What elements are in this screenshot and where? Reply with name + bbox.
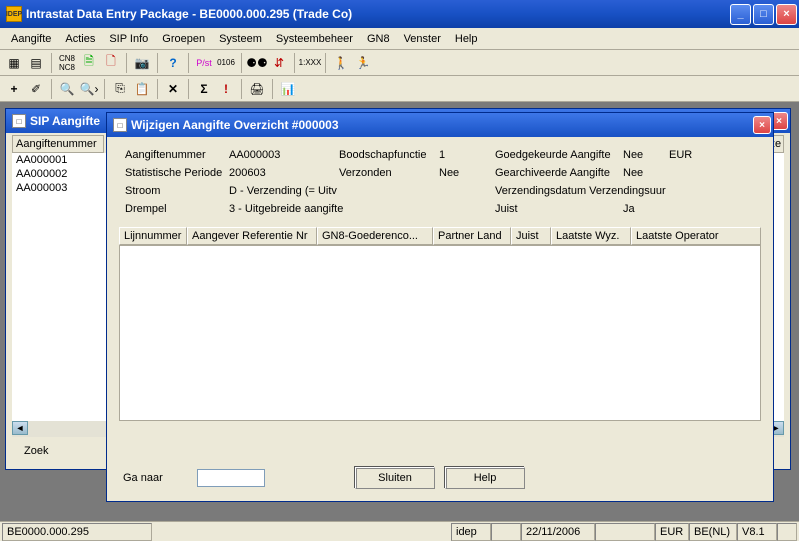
- sluiten-button[interactable]: Sluiten: [355, 467, 435, 489]
- label-juist: Juist: [495, 203, 623, 215]
- tb-plus-icon[interactable]: +: [4, 79, 24, 99]
- value-verzonden: Nee: [439, 167, 495, 179]
- ga-naar-input[interactable]: [197, 469, 265, 487]
- toolbar-1: ▦ ▤ CN8NC8 🗎 🗋 📷 ? P/st 0106 ⚈⚈ ⇵ 1:XXX …: [0, 50, 799, 76]
- col-laatste-operator[interactable]: Laatste Operator: [631, 227, 761, 245]
- tb-search-icon[interactable]: 🔍: [57, 79, 77, 99]
- label-stat-periode: Statistische Periode: [125, 167, 229, 179]
- dialog-icon: □: [113, 118, 127, 132]
- value-gearchiveerde: Nee: [623, 167, 643, 179]
- menu-systeembeheer[interactable]: Systeembeheer: [269, 31, 360, 47]
- menu-venster[interactable]: Venster: [397, 31, 448, 47]
- ga-naar-label: Ga naar: [123, 472, 163, 484]
- tb-icon-1[interactable]: ▦: [4, 53, 24, 73]
- sip-window-icon: □: [12, 114, 26, 128]
- tb-circles-icon[interactable]: ⚈⚈: [247, 53, 267, 73]
- mdi-workspace: □ SIP Aangifte × Aangiftenummer Verze AA…: [0, 102, 799, 521]
- status-version: V8.1: [737, 523, 777, 541]
- tb-scale-icon[interactable]: 1:XXX: [300, 53, 320, 73]
- dialog-titlebar[interactable]: □ Wijzigen Aangifte Overzicht #000003 ×: [107, 113, 773, 137]
- label-verzonden: Verzonden: [339, 167, 439, 179]
- menu-groepen[interactable]: Groepen: [155, 31, 212, 47]
- menu-help[interactable]: Help: [448, 31, 485, 47]
- list-header-aangiftenummer[interactable]: Aangiftenummer: [12, 135, 104, 153]
- value-drempel: 3 - Uitgebreide aangifte: [229, 203, 495, 215]
- label-verzendingsdatum: Verzendingsdatum Verzendingsuur: [495, 185, 666, 197]
- app-icon: IDEP: [6, 6, 22, 22]
- label-gearchiveerde: Gearchiveerde Aangifte: [495, 167, 623, 179]
- tb-icon-5[interactable]: 🗋: [101, 53, 121, 73]
- table-header-row: Lijnnummer Aangever Referentie Nr GN8-Go…: [119, 227, 761, 245]
- label-drempel: Drempel: [125, 203, 229, 215]
- app-titlebar: IDEP Intrastat Data Entry Package - BE00…: [0, 0, 799, 28]
- value-stat-periode: 200603: [229, 167, 339, 179]
- col-gn8[interactable]: GN8-Goederenco...: [317, 227, 433, 245]
- label-boodschap: Boodschapfunctie: [339, 149, 439, 161]
- dialog-title: Wijzigen Aangifte Overzicht #000003: [131, 118, 753, 132]
- tb-pst-icon[interactable]: P/st: [194, 53, 214, 73]
- tb-person2-icon[interactable]: 🏃: [353, 53, 373, 73]
- app-title: Intrastat Data Entry Package - BE0000.00…: [26, 7, 730, 21]
- tb-delete-icon[interactable]: ✕: [163, 79, 183, 99]
- tb-0106-icon[interactable]: 0106: [216, 53, 236, 73]
- status-date: 22/11/2006: [521, 523, 595, 541]
- status-locale: BE(NL): [689, 523, 737, 541]
- tb-updown-icon[interactable]: ⇵: [269, 53, 289, 73]
- tb-camera-icon[interactable]: 📷: [132, 53, 152, 73]
- label-aangiftenummer: Aangiftenummer: [125, 149, 229, 161]
- statusbar: BE0000.000.295 idep 22/11/2006 EUR BE(NL…: [0, 521, 799, 541]
- tb-sigma-icon[interactable]: Σ: [194, 79, 214, 99]
- scroll-left-button[interactable]: ◄: [12, 421, 28, 435]
- col-juist[interactable]: Juist: [511, 227, 551, 245]
- col-lijnnummer[interactable]: Lijnnummer: [119, 227, 187, 245]
- tb-icon-3[interactable]: CN8NC8: [57, 53, 77, 73]
- tb-error-icon[interactable]: !: [216, 79, 236, 99]
- tb-chart-icon[interactable]: 📊: [278, 79, 298, 99]
- tb-print-icon[interactable]: 🖨: [247, 79, 267, 99]
- status-code: BE0000.000.295: [2, 523, 152, 541]
- col-partner-land[interactable]: Partner Land: [433, 227, 511, 245]
- maximize-button[interactable]: □: [753, 4, 774, 25]
- value-goedgekeurde: Nee: [623, 149, 669, 161]
- zoek-label: Zoek: [24, 445, 48, 457]
- value-aangiftenummer: AA000003: [229, 149, 339, 161]
- col-laatste-wyz[interactable]: Laatste Wyz.: [551, 227, 631, 245]
- tb-paste-icon[interactable]: 📋: [132, 79, 152, 99]
- status-currency: EUR: [655, 523, 689, 541]
- tb-icon-4[interactable]: 🗎: [79, 53, 99, 73]
- close-button[interactable]: ×: [776, 4, 797, 25]
- status-app: idep: [451, 523, 491, 541]
- menubar: Aangifte Acties SIP Info Groepen Systeem…: [0, 28, 799, 50]
- tb-person1-icon[interactable]: 🚶: [331, 53, 351, 73]
- menu-sip-info[interactable]: SIP Info: [102, 31, 155, 47]
- menu-systeem[interactable]: Systeem: [212, 31, 269, 47]
- dialog-bottom-bar: Ga naar Sluiten Help: [107, 463, 773, 493]
- tb-edit-icon[interactable]: ✐: [26, 79, 46, 99]
- dialog-close-button[interactable]: ×: [753, 116, 771, 134]
- value-boodschap: 1: [439, 149, 495, 161]
- minimize-button[interactable]: _: [730, 4, 751, 25]
- col-aangever-ref[interactable]: Aangever Referentie Nr: [187, 227, 317, 245]
- table-data-area[interactable]: [119, 245, 761, 421]
- value-stroom: D - Verzending (= Uitv: [229, 185, 495, 197]
- tb-search-next-icon[interactable]: 🔍›: [79, 79, 99, 99]
- value-currency: EUR: [669, 149, 692, 161]
- label-goedgekeurde: Goedgekeurde Aangifte: [495, 149, 623, 161]
- tb-help-icon[interactable]: ?: [163, 53, 183, 73]
- toolbar-2: + ✐ 🔍 🔍› ⎘ 📋 ✕ Σ ! 🖨 📊: [0, 76, 799, 102]
- value-juist: Ja: [623, 203, 635, 215]
- menu-acties[interactable]: Acties: [58, 31, 102, 47]
- help-button[interactable]: Help: [445, 467, 525, 489]
- menu-gn8[interactable]: GN8: [360, 31, 397, 47]
- label-stroom: Stroom: [125, 185, 229, 197]
- menu-aangifte[interactable]: Aangifte: [4, 31, 58, 47]
- tb-icon-2[interactable]: ▤: [26, 53, 46, 73]
- tb-copy-icon[interactable]: ⎘: [110, 79, 130, 99]
- dialog-wijzigen-aangifte: □ Wijzigen Aangifte Overzicht #000003 × …: [106, 112, 774, 502]
